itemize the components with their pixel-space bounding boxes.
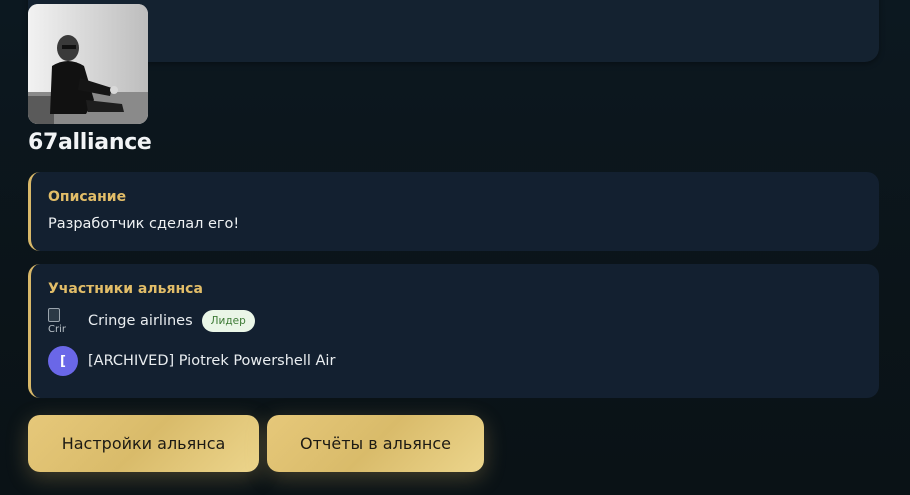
member-avatar: [ — [48, 346, 78, 376]
member-avatar-alt: Crir — [48, 324, 66, 335]
alliance-reports-button[interactable]: Отчёты в альянсе — [267, 415, 484, 472]
member-row[interactable]: Crir Cringe airlines Лидер — [48, 306, 255, 336]
alliance-settings-button[interactable]: Настройки альянса — [28, 415, 259, 472]
member-name[interactable]: [ARCHIVED] Piotrek Powershell Air — [88, 353, 335, 369]
member-name[interactable]: Cringe airlines — [88, 313, 193, 329]
leader-badge: Лидер — [201, 309, 255, 333]
alliance-name: 67alliance — [28, 130, 152, 155]
description-title: Описание — [48, 189, 127, 205]
members-title: Участники альянса — [48, 281, 203, 297]
profile-banner — [28, 0, 879, 62]
broken-image-icon — [48, 308, 60, 322]
member-row[interactable]: [ [ARCHIVED] Piotrek Powershell Air — [48, 346, 335, 376]
description-text: Разработчик сделал его! — [48, 216, 240, 232]
alliance-avatar — [28, 4, 148, 124]
description-card: Описание Разработчик сделал его! — [28, 172, 879, 251]
member-avatar-broken-image: Crir — [48, 306, 78, 336]
